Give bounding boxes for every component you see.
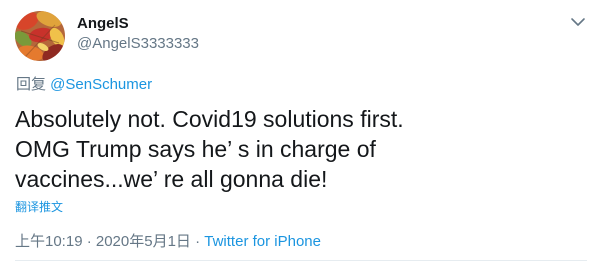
author-handle[interactable]: @AngelS3333333: [77, 35, 199, 53]
tweet-timestamp[interactable]: 上午10:19 · 2020年5月1日 ·: [15, 233, 204, 250]
autumn-leaves-image: [15, 11, 65, 61]
tweet-card: AngelS @AngelS3333333 回复 @SenSchumer Abs…: [0, 0, 602, 266]
chevron-down-icon[interactable]: [569, 15, 587, 29]
tweet-meta: 上午10:19 · 2020年5月1日 · Twitter for iPhone: [15, 233, 321, 251]
author-name[interactable]: AngelS: [77, 15, 129, 33]
reply-context: 回复 @SenSchumer: [16, 76, 152, 94]
translate-tweet-link[interactable]: 翻译推文: [15, 200, 63, 214]
reply-prefix: 回复: [16, 76, 51, 93]
tweet-text: Absolutely not. Covid19 solutions first.…: [15, 106, 404, 192]
reply-mention-link[interactable]: @SenSchumer: [50, 76, 152, 93]
divider: [15, 260, 587, 261]
tweet-source-link[interactable]: Twitter for iPhone: [204, 233, 321, 250]
avatar[interactable]: [15, 11, 65, 61]
